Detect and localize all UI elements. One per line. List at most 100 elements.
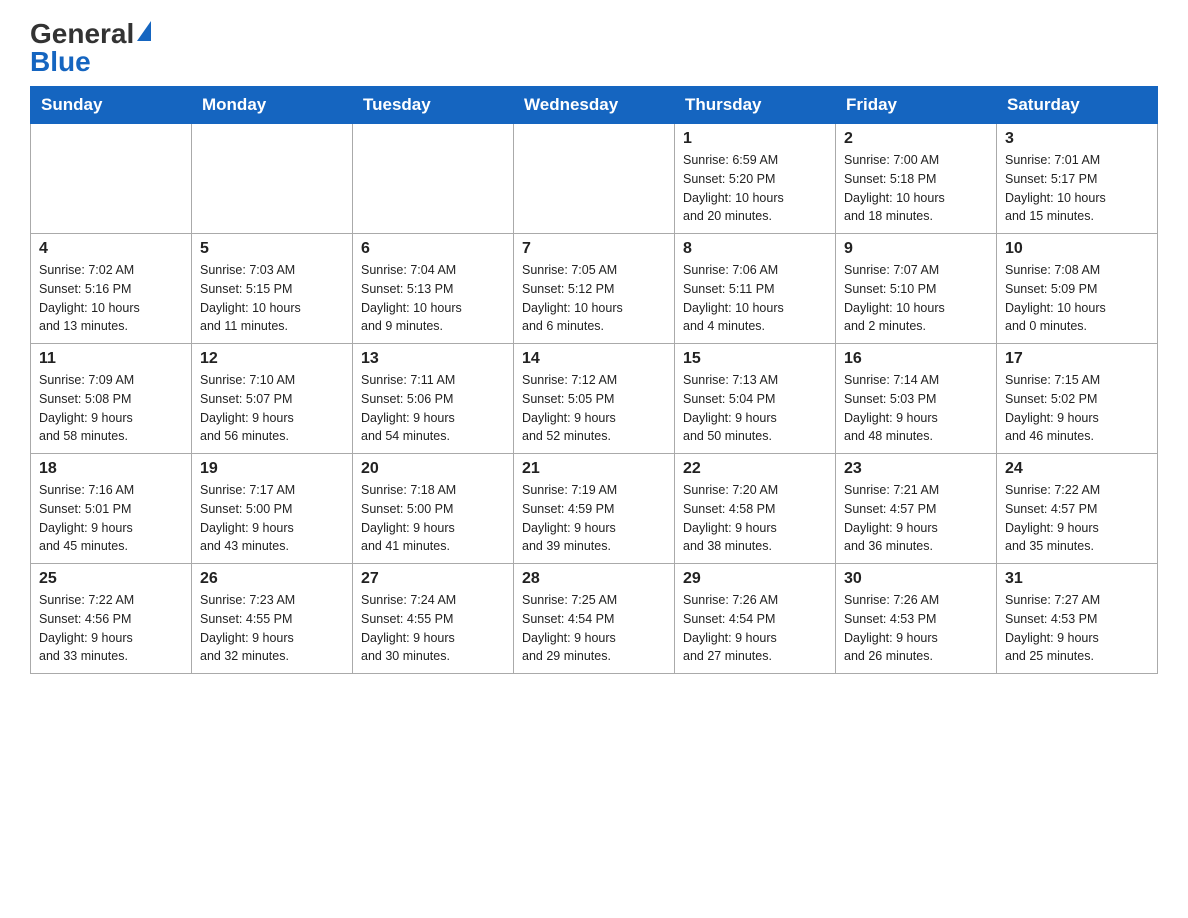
day-number: 15 bbox=[683, 350, 827, 368]
day-number: 20 bbox=[361, 460, 505, 478]
calendar-week-row: 11 Sunrise: 7:09 AMSunset: 5:08 PMDayligh… bbox=[31, 344, 1158, 454]
day-number: 27 bbox=[361, 570, 505, 588]
calendar-cell: 5 Sunrise: 7:03 AMSunset: 5:15 PMDaylight… bbox=[192, 234, 353, 344]
day-number: 23 bbox=[844, 460, 988, 478]
calendar-cell: 14 Sunrise: 7:12 AMSunset: 5:05 PMDayligh… bbox=[514, 344, 675, 454]
day-info: Sunrise: 7:19 AMSunset: 4:59 PMDaylight:… bbox=[522, 481, 666, 556]
day-number: 5 bbox=[200, 240, 344, 258]
day-number: 16 bbox=[844, 350, 988, 368]
day-number: 28 bbox=[522, 570, 666, 588]
calendar-cell: 10 Sunrise: 7:08 AMSunset: 5:09 PMDayligh… bbox=[997, 234, 1158, 344]
day-number: 1 bbox=[683, 130, 827, 148]
day-number: 17 bbox=[1005, 350, 1149, 368]
calendar-cell: 25Sunrise: 7:22 AMSunset: 4:56 PMDayligh… bbox=[31, 564, 192, 674]
day-info: Sunrise: 7:26 AMSunset: 4:54 PMDaylight:… bbox=[683, 591, 827, 666]
day-info: Sunrise: 7:13 AMSunset: 5:04 PMDaylight:… bbox=[683, 371, 827, 446]
calendar-cell: 30 Sunrise: 7:26 AMSunset: 4:53 PMDayligh… bbox=[836, 564, 997, 674]
calendar-week-row: 4 Sunrise: 7:02 AMSunset: 5:16 PMDaylight… bbox=[31, 234, 1158, 344]
calendar-week-row: 18Sunrise: 7:16 AMSunset: 5:01 PMDayligh… bbox=[31, 454, 1158, 564]
day-info: Sunrise: 7:21 AMSunset: 4:57 PMDaylight:… bbox=[844, 481, 988, 556]
logo: General Blue bbox=[30, 20, 151, 76]
calendar-cell: 20 Sunrise: 7:18 AMSunset: 5:00 PMDayligh… bbox=[353, 454, 514, 564]
calendar-cell: 21 Sunrise: 7:19 AMSunset: 4:59 PMDayligh… bbox=[514, 454, 675, 564]
day-info: Sunrise: 7:15 AMSunset: 5:02 PMDaylight:… bbox=[1005, 371, 1149, 446]
calendar-cell: 8Sunrise: 7:06 AMSunset: 5:11 PMDaylight… bbox=[675, 234, 836, 344]
day-number: 11 bbox=[39, 350, 183, 368]
day-info: Sunrise: 7:22 AMSunset: 4:56 PMDaylight:… bbox=[39, 591, 183, 666]
day-info: Sunrise: 7:17 AMSunset: 5:00 PMDaylight:… bbox=[200, 481, 344, 556]
day-info: Sunrise: 7:10 AMSunset: 5:07 PMDaylight:… bbox=[200, 371, 344, 446]
calendar-cell: 13 Sunrise: 7:11 AMSunset: 5:06 PMDayligh… bbox=[353, 344, 514, 454]
calendar-cell: 9 Sunrise: 7:07 AMSunset: 5:10 PMDaylight… bbox=[836, 234, 997, 344]
calendar-cell: 7Sunrise: 7:05 AMSunset: 5:12 PMDaylight… bbox=[514, 234, 675, 344]
column-header-wednesday: Wednesday bbox=[514, 87, 675, 124]
calendar-cell: 1 Sunrise: 6:59 AMSunset: 5:20 PMDaylight… bbox=[675, 124, 836, 234]
calendar-cell bbox=[31, 124, 192, 234]
day-info: Sunrise: 7:02 AMSunset: 5:16 PMDaylight:… bbox=[39, 261, 183, 336]
day-info: Sunrise: 7:09 AMSunset: 5:08 PMDaylight:… bbox=[39, 371, 183, 446]
column-header-tuesday: Tuesday bbox=[353, 87, 514, 124]
day-number: 9 bbox=[844, 240, 988, 258]
calendar-cell: 31 Sunrise: 7:27 AMSunset: 4:53 PMDayligh… bbox=[997, 564, 1158, 674]
day-info: Sunrise: 7:12 AMSunset: 5:05 PMDaylight:… bbox=[522, 371, 666, 446]
day-number: 22 bbox=[683, 460, 827, 478]
calendar-cell: 11 Sunrise: 7:09 AMSunset: 5:08 PMDayligh… bbox=[31, 344, 192, 454]
calendar-week-row: 1 Sunrise: 6:59 AMSunset: 5:20 PMDaylight… bbox=[31, 124, 1158, 234]
calendar-cell: 27Sunrise: 7:24 AMSunset: 4:55 PMDayligh… bbox=[353, 564, 514, 674]
day-number: 30 bbox=[844, 570, 988, 588]
day-info: Sunrise: 7:18 AMSunset: 5:00 PMDaylight:… bbox=[361, 481, 505, 556]
day-number: 7 bbox=[522, 240, 666, 258]
calendar-cell: 29 Sunrise: 7:26 AMSunset: 4:54 PMDayligh… bbox=[675, 564, 836, 674]
logo-triangle-icon bbox=[137, 21, 151, 41]
day-number: 19 bbox=[200, 460, 344, 478]
day-number: 31 bbox=[1005, 570, 1149, 588]
calendar-cell: 23 Sunrise: 7:21 AMSunset: 4:57 PMDayligh… bbox=[836, 454, 997, 564]
column-header-monday: Monday bbox=[192, 87, 353, 124]
day-number: 12 bbox=[200, 350, 344, 368]
calendar-cell: 28 Sunrise: 7:25 AMSunset: 4:54 PMDayligh… bbox=[514, 564, 675, 674]
calendar-cell: 17 Sunrise: 7:15 AMSunset: 5:02 PMDayligh… bbox=[997, 344, 1158, 454]
calendar-cell: 2Sunrise: 7:00 AMSunset: 5:18 PMDaylight… bbox=[836, 124, 997, 234]
day-info: Sunrise: 7:01 AMSunset: 5:17 PMDaylight:… bbox=[1005, 151, 1149, 226]
day-number: 29 bbox=[683, 570, 827, 588]
day-info: Sunrise: 7:22 AMSunset: 4:57 PMDaylight:… bbox=[1005, 481, 1149, 556]
calendar-cell bbox=[192, 124, 353, 234]
calendar-cell: 24 Sunrise: 7:22 AMSunset: 4:57 PMDayligh… bbox=[997, 454, 1158, 564]
day-info: Sunrise: 7:11 AMSunset: 5:06 PMDaylight:… bbox=[361, 371, 505, 446]
calendar-table: SundayMondayTuesdayWednesdayThursdayFrid… bbox=[30, 86, 1158, 674]
day-info: Sunrise: 6:59 AMSunset: 5:20 PMDaylight:… bbox=[683, 151, 827, 226]
calendar-cell: 4 Sunrise: 7:02 AMSunset: 5:16 PMDaylight… bbox=[31, 234, 192, 344]
day-number: 13 bbox=[361, 350, 505, 368]
calendar-cell: 15 Sunrise: 7:13 AMSunset: 5:04 PMDayligh… bbox=[675, 344, 836, 454]
column-header-sunday: Sunday bbox=[31, 87, 192, 124]
column-header-thursday: Thursday bbox=[675, 87, 836, 124]
day-info: Sunrise: 7:08 AMSunset: 5:09 PMDaylight:… bbox=[1005, 261, 1149, 336]
calendar-cell: 26Sunrise: 7:23 AMSunset: 4:55 PMDayligh… bbox=[192, 564, 353, 674]
day-info: Sunrise: 7:26 AMSunset: 4:53 PMDaylight:… bbox=[844, 591, 988, 666]
day-number: 3 bbox=[1005, 130, 1149, 148]
day-number: 4 bbox=[39, 240, 183, 258]
day-number: 14 bbox=[522, 350, 666, 368]
day-number: 26 bbox=[200, 570, 344, 588]
day-number: 24 bbox=[1005, 460, 1149, 478]
day-info: Sunrise: 7:20 AMSunset: 4:58 PMDaylight:… bbox=[683, 481, 827, 556]
calendar-cell: 18Sunrise: 7:16 AMSunset: 5:01 PMDayligh… bbox=[31, 454, 192, 564]
day-info: Sunrise: 7:27 AMSunset: 4:53 PMDaylight:… bbox=[1005, 591, 1149, 666]
logo-blue-text: Blue bbox=[30, 48, 91, 76]
day-info: Sunrise: 7:04 AMSunset: 5:13 PMDaylight:… bbox=[361, 261, 505, 336]
day-number: 2 bbox=[844, 130, 988, 148]
column-header-saturday: Saturday bbox=[997, 87, 1158, 124]
column-header-friday: Friday bbox=[836, 87, 997, 124]
calendar-cell bbox=[353, 124, 514, 234]
day-info: Sunrise: 7:06 AMSunset: 5:11 PMDaylight:… bbox=[683, 261, 827, 336]
day-number: 10 bbox=[1005, 240, 1149, 258]
day-info: Sunrise: 7:25 AMSunset: 4:54 PMDaylight:… bbox=[522, 591, 666, 666]
day-number: 6 bbox=[361, 240, 505, 258]
calendar-cell: 22 Sunrise: 7:20 AMSunset: 4:58 PMDayligh… bbox=[675, 454, 836, 564]
day-number: 21 bbox=[522, 460, 666, 478]
day-info: Sunrise: 7:03 AMSunset: 5:15 PMDaylight:… bbox=[200, 261, 344, 336]
day-number: 18 bbox=[39, 460, 183, 478]
calendar-cell: 16Sunrise: 7:14 AMSunset: 5:03 PMDayligh… bbox=[836, 344, 997, 454]
calendar-header-row: SundayMondayTuesdayWednesdayThursdayFrid… bbox=[31, 87, 1158, 124]
day-info: Sunrise: 7:07 AMSunset: 5:10 PMDaylight:… bbox=[844, 261, 988, 336]
